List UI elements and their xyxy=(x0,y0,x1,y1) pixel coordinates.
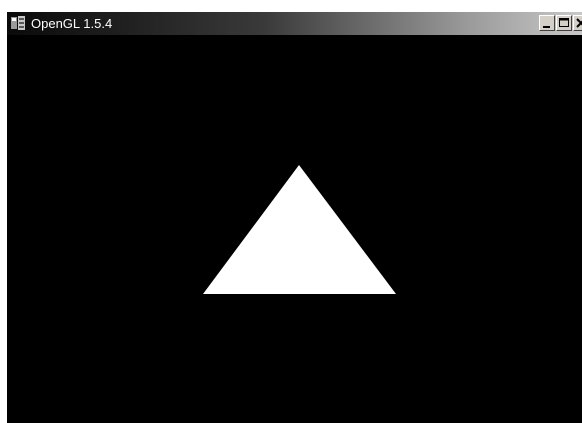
maximize-icon xyxy=(559,18,569,27)
white-triangle xyxy=(203,165,396,294)
render-surface xyxy=(203,165,396,294)
window-title: OpenGL 1.5.4 xyxy=(31,16,113,31)
close-button[interactable] xyxy=(573,15,582,31)
app-icon[interactable] xyxy=(11,16,27,31)
minimize-button[interactable] xyxy=(539,15,555,31)
opengl-window: OpenGL 1.5.4 xyxy=(7,12,582,423)
maximize-button[interactable] xyxy=(556,15,572,31)
minimize-icon xyxy=(543,26,550,28)
close-icon xyxy=(576,18,582,28)
opengl-canvas[interactable] xyxy=(7,35,582,423)
title-bar[interactable]: OpenGL 1.5.4 xyxy=(7,12,582,35)
